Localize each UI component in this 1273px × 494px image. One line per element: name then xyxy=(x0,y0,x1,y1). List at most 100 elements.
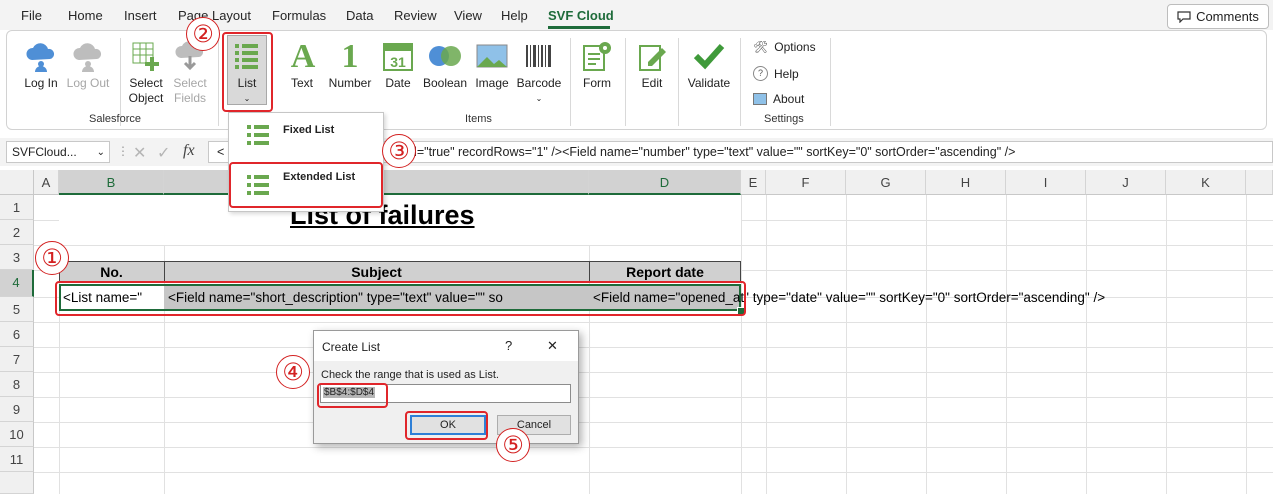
date-button[interactable]: 31 Date xyxy=(380,38,416,91)
barcode-label: Barcode xyxy=(516,76,562,90)
dialog-prompt: Check the range that is used as List. xyxy=(321,369,499,381)
row-header-5[interactable]: 5 xyxy=(0,297,34,322)
options-button[interactable]: 🛠 Options xyxy=(753,40,816,54)
dialog-help-button[interactable]: ? xyxy=(505,338,512,353)
tab-formulas[interactable]: Formulas xyxy=(272,8,326,23)
column-header-b[interactable]: B xyxy=(59,170,164,195)
confirm-check-icon[interactable]: ✓ xyxy=(157,143,170,163)
select-fields-label: Fields xyxy=(173,91,206,105)
row-header-3[interactable]: 3 xyxy=(0,245,34,270)
more-options-icon[interactable]: ⋮ xyxy=(117,144,129,158)
column-header-d[interactable]: D xyxy=(589,170,741,195)
gridline xyxy=(926,195,927,494)
row-header-4[interactable]: 4 xyxy=(0,270,34,297)
barcode-button[interactable]: Barcode ⌄ xyxy=(515,38,563,106)
ribbon-separator xyxy=(678,38,679,126)
boolean-button[interactable]: Boolean xyxy=(421,38,469,91)
dialog-close-button[interactable]: ✕ xyxy=(547,338,558,354)
name-box[interactable]: SVFCloud... ⌄ xyxy=(6,141,110,163)
row-header-2[interactable]: 2 xyxy=(0,220,34,245)
tab-insert[interactable]: Insert xyxy=(124,8,157,23)
number-button[interactable]: 1 Number xyxy=(326,38,374,91)
fixed-list-label: Fixed List xyxy=(283,124,335,136)
cancel-x-icon[interactable]: ✕ xyxy=(133,143,146,163)
row-header-10[interactable]: 10 xyxy=(0,422,34,447)
column-header-e[interactable]: E xyxy=(741,170,766,195)
comments-button[interactable]: Comments xyxy=(1167,4,1269,29)
row-header-12[interactable] xyxy=(0,472,34,494)
column-header-j[interactable]: J xyxy=(1086,170,1166,195)
gridline xyxy=(34,347,1273,348)
menu-item-fixed-list[interactable]: Fixed List xyxy=(229,115,383,155)
name-box-value: SVFCloud... xyxy=(12,145,77,159)
formula-start-text: < xyxy=(217,145,225,159)
log-in-label: Log In xyxy=(24,76,58,90)
row-header-8[interactable]: 8 xyxy=(0,372,34,397)
log-in-button[interactable]: Log In xyxy=(20,38,62,91)
about-image-icon xyxy=(753,93,767,105)
highlight-extended-list xyxy=(229,162,383,208)
highlight-ok-button xyxy=(405,411,488,440)
fx-icon[interactable]: fx xyxy=(183,142,195,160)
cancel-label: Cancel xyxy=(516,419,552,431)
chevron-down-icon: ⌄ xyxy=(535,94,543,103)
date-label: Date xyxy=(385,76,411,90)
column-header-i[interactable]: I xyxy=(1006,170,1086,195)
boolean-toggle-icon xyxy=(427,38,463,74)
tab-data[interactable]: Data xyxy=(346,8,373,23)
barcode-icon xyxy=(521,38,557,74)
select-object-button[interactable]: Select Object xyxy=(124,38,168,106)
help-circle-icon: ? xyxy=(753,66,768,81)
text-button[interactable]: A Text xyxy=(285,38,319,91)
text-label: Text xyxy=(290,76,313,90)
column-header-g[interactable]: G xyxy=(846,170,926,195)
row-header-1[interactable]: 1 xyxy=(0,195,34,220)
select-all-corner[interactable] xyxy=(0,170,34,195)
number-label: Number xyxy=(328,76,372,90)
header-report-date[interactable]: Report date xyxy=(589,264,741,280)
about-label: About xyxy=(773,92,805,106)
help-button[interactable]: ? Help xyxy=(753,66,799,81)
tab-help[interactable]: Help xyxy=(501,8,528,23)
salesforce-group-label: Salesforce xyxy=(89,113,141,125)
cloud-user-icon xyxy=(23,38,59,74)
calendar-icon: 31 xyxy=(380,38,416,74)
validate-label: Validate xyxy=(687,76,731,90)
column-header-f[interactable]: F xyxy=(766,170,846,195)
header-no[interactable]: No. xyxy=(59,264,164,280)
number-one-icon: 1 xyxy=(341,37,359,75)
column-header-l[interactable] xyxy=(1246,170,1273,195)
about-button[interactable]: About xyxy=(753,92,804,106)
gridline xyxy=(34,245,1273,246)
validate-button[interactable]: Validate xyxy=(686,38,732,91)
cloud-user-icon xyxy=(70,38,106,74)
tab-home[interactable]: Home xyxy=(68,8,103,23)
row-header-6[interactable]: 6 xyxy=(0,322,34,347)
gridline xyxy=(34,472,1273,473)
column-header-k[interactable]: K xyxy=(1166,170,1246,195)
row-header-11[interactable]: 11 xyxy=(0,447,34,472)
highlight-range-input xyxy=(317,383,388,408)
select-object-label: Object xyxy=(128,91,164,105)
row-header-7[interactable]: 7 xyxy=(0,347,34,372)
gridline xyxy=(34,447,1273,448)
column-header-a[interactable]: A xyxy=(34,170,59,195)
tab-review[interactable]: Review xyxy=(394,8,437,23)
gridline xyxy=(766,195,767,494)
tab-view[interactable]: View xyxy=(454,8,482,23)
header-subject[interactable]: Subject xyxy=(164,264,589,280)
wrench-icon: 🛠 xyxy=(753,40,769,54)
image-button[interactable]: Image xyxy=(473,38,511,91)
form-button[interactable]: Form xyxy=(578,38,616,91)
callout-5: ⑤ xyxy=(496,428,530,462)
tab-file[interactable]: File xyxy=(21,8,42,23)
ribbon-separator xyxy=(570,38,571,126)
edit-button[interactable]: Edit xyxy=(633,38,671,91)
row-header-9[interactable]: 9 xyxy=(0,397,34,422)
tab-svf-cloud[interactable]: SVF Cloud xyxy=(548,8,614,23)
select-fields-label: Select xyxy=(173,76,207,90)
log-out-button[interactable]: Log Out xyxy=(64,38,112,91)
gridline xyxy=(1246,195,1247,494)
column-header-h[interactable]: H xyxy=(926,170,1006,195)
chevron-down-icon: ⌄ xyxy=(96,146,105,158)
